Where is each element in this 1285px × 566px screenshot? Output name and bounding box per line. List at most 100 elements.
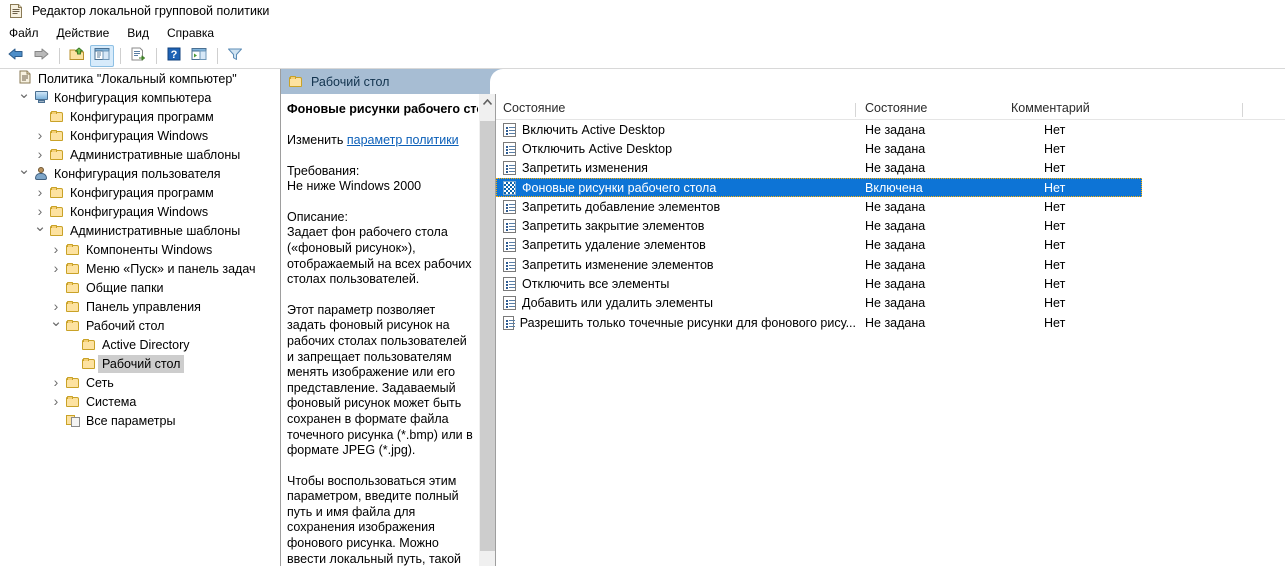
- tree-node-software-settings-computer[interactable]: Конфигурация программ: [0, 107, 280, 126]
- tree-node-shared-folders[interactable]: Общие папки: [0, 278, 280, 297]
- chevron-right-icon[interactable]: [48, 242, 64, 257]
- table-row[interactable]: Включить Active DesktopНе заданаНет: [496, 120, 1285, 139]
- toolbar-separator-1: [59, 48, 60, 64]
- tree-node-user-configuration[interactable]: Конфигурация пользователя: [0, 164, 280, 183]
- table-row[interactable]: Запретить удаление элементовНе заданаНет: [496, 236, 1285, 255]
- chevron-down-icon[interactable]: [48, 318, 64, 333]
- chevron-right-icon[interactable]: [48, 261, 64, 276]
- table-row[interactable]: Отключить Active DesktopНе заданаНет: [496, 139, 1285, 158]
- tree-node-desktop[interactable]: Рабочий стол: [0, 316, 280, 335]
- tree-node-start-menu-taskbar[interactable]: Меню «Пуск» и панель задач: [0, 259, 280, 278]
- cell-comment: Нет: [1000, 296, 1243, 310]
- forward-button[interactable]: [29, 45, 53, 67]
- chevron-right-icon[interactable]: [32, 128, 48, 143]
- column-header-state-label: Состояние: [865, 101, 927, 115]
- settings-list-panel: Состояние Состояние Комментарий Включить…: [496, 94, 1285, 566]
- scrollbar-thumb[interactable]: [480, 121, 495, 551]
- column-header-state[interactable]: Состояние: [856, 101, 1000, 119]
- table-row[interactable]: Запретить закрытие элементовНе заданаНет: [496, 216, 1285, 235]
- description-scrollbar[interactable]: [478, 94, 495, 566]
- filter-button[interactable]: [223, 45, 247, 67]
- menu-file[interactable]: Файл: [9, 25, 48, 41]
- cell-setting-name: Запретить изменения: [496, 161, 856, 175]
- column-header-filler: [1243, 115, 1285, 119]
- tree-node-admin-templates-user[interactable]: Административные шаблоны: [0, 221, 280, 240]
- tree-node-local-computer-policy[interactable]: Политика "Локальный компьютер": [0, 69, 280, 88]
- tree-node-control-panel[interactable]: Панель управления: [0, 297, 280, 316]
- back-arrow-icon: [7, 46, 25, 65]
- tree-node-label: Система: [82, 393, 140, 411]
- table-row[interactable]: Отключить все элементыНе заданаНет: [496, 274, 1285, 293]
- cell-state: Не задана: [856, 142, 1000, 156]
- chevron-right-icon[interactable]: [32, 204, 48, 219]
- tree-node-active-directory[interactable]: Active Directory: [0, 335, 280, 354]
- pane-body: Фоновые рисунки рабочего стола Изменить …: [281, 94, 1285, 566]
- column-header-setting[interactable]: Состояние: [496, 101, 856, 119]
- up-folder-button[interactable]: [65, 45, 89, 67]
- table-row[interactable]: Разрешить только точечные рисунки для фо…: [496, 313, 1285, 332]
- tree-node-label: Active Directory: [98, 336, 194, 354]
- export-list-icon: [129, 46, 147, 65]
- cell-setting-name: Фоновые рисунки рабочего стола: [496, 181, 856, 195]
- tree-pane: Политика "Локальный компьютер"Конфигурац…: [0, 69, 281, 566]
- cell-state: Не задана: [856, 296, 1000, 310]
- tree-node-system[interactable]: Система: [0, 392, 280, 411]
- chevron-right-icon[interactable]: [48, 394, 64, 409]
- chevron-right-icon[interactable]: [32, 147, 48, 162]
- chevron-down-icon[interactable]: [16, 166, 32, 181]
- tree-node-windows-components[interactable]: Компоненты Windows: [0, 240, 280, 259]
- table-row[interactable]: Запретить изменение элементовНе заданаНе…: [496, 255, 1285, 274]
- folder-icon: [66, 320, 80, 332]
- help-button[interactable]: ?: [162, 45, 186, 67]
- folder-icon: [289, 76, 303, 88]
- menu-view[interactable]: Вид: [127, 25, 158, 41]
- tree-node-network[interactable]: Сеть: [0, 373, 280, 392]
- cell-comment: Нет: [1000, 200, 1243, 214]
- tree-node-all-settings[interactable]: Все параметры: [0, 411, 280, 430]
- show-hide-tree-button[interactable]: [90, 45, 114, 67]
- policy-setting-icon: [503, 161, 516, 175]
- menu-action[interactable]: Действие: [57, 25, 119, 41]
- folder-icon: [82, 358, 96, 370]
- tree-node-icon: [64, 301, 82, 313]
- settings-list: Включить Active DesktopНе заданаНетОтклю…: [496, 120, 1285, 332]
- svg-text:?: ?: [171, 49, 178, 61]
- edit-prefix-text: Изменить: [287, 133, 347, 147]
- extended-view-button[interactable]: [187, 45, 211, 67]
- folder-icon: [66, 396, 80, 408]
- tree-node-software-settings-user[interactable]: Конфигурация программ: [0, 183, 280, 202]
- table-row[interactable]: Фоновые рисунки рабочего столаВключенаНе…: [496, 178, 1142, 197]
- column-header-comment[interactable]: Комментарий: [1000, 101, 1243, 119]
- chevron-right-icon[interactable]: [48, 375, 64, 390]
- cell-setting-name: Запретить удаление элементов: [496, 238, 856, 252]
- chevron-right-icon[interactable]: [48, 299, 64, 314]
- chevron-down-icon[interactable]: [32, 223, 48, 238]
- tree-node-label: Административные шаблоны: [66, 222, 244, 240]
- menu-help[interactable]: Справка: [167, 25, 223, 41]
- all-settings-icon: [66, 414, 81, 427]
- table-row[interactable]: Добавить или удалить элементыНе заданаНе…: [496, 294, 1285, 313]
- tree-node-icon: [48, 206, 66, 218]
- export-list-button[interactable]: [126, 45, 150, 67]
- chevron-down-icon[interactable]: [16, 90, 32, 105]
- tree-node-desktop-sub[interactable]: Рабочий стол: [0, 354, 280, 373]
- tree-node-icon: [64, 396, 82, 408]
- cell-state: Не задана: [856, 238, 1000, 252]
- back-button[interactable]: [4, 45, 28, 67]
- tree-node-admin-templates-computer[interactable]: Административные шаблоны: [0, 145, 280, 164]
- toolbar-separator-3: [156, 48, 157, 64]
- cell-setting-name: Добавить или удалить элементы: [496, 296, 856, 310]
- tree-node-computer-configuration[interactable]: Конфигурация компьютера: [0, 88, 280, 107]
- tree-node-label: Конфигурация пользователя: [50, 165, 225, 183]
- policy-setting-icon: [503, 219, 516, 233]
- scroll-up-arrow-icon[interactable]: [479, 94, 496, 111]
- table-row[interactable]: Запретить добавление элементовНе заданаН…: [496, 197, 1285, 216]
- table-row[interactable]: Запретить измененияНе заданаНет: [496, 159, 1285, 178]
- chevron-right-icon[interactable]: [32, 185, 48, 200]
- toolbar-separator-4: [217, 48, 218, 64]
- tree-node-windows-settings-computer[interactable]: Конфигурация Windows: [0, 126, 280, 145]
- tree-node-icon: [48, 225, 66, 237]
- folder-icon: [50, 149, 64, 161]
- edit-policy-setting-link[interactable]: параметр политики: [347, 133, 459, 147]
- folder-icon: [50, 130, 64, 142]
